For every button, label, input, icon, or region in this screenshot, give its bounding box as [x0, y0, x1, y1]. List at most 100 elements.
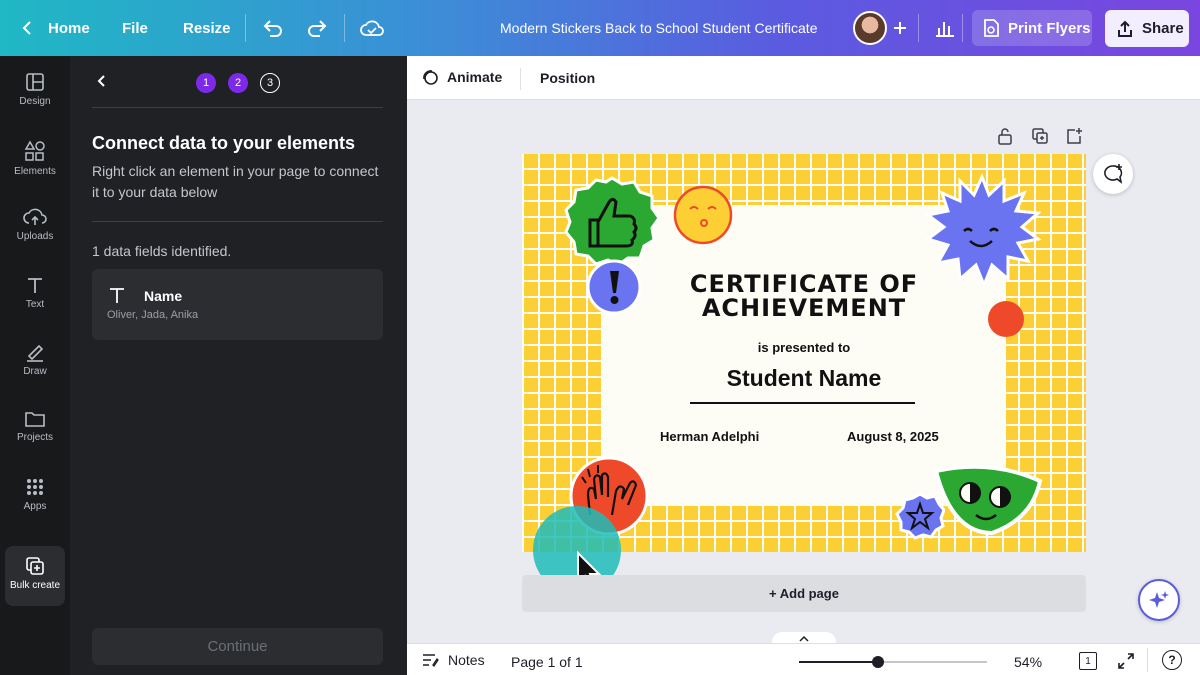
zoom-slider-thumb[interactable]: [871, 656, 884, 668]
notes-icon: [423, 654, 439, 668]
rail-item-draw[interactable]: Draw: [0, 342, 70, 377]
resize-button[interactable]: Resize: [183, 0, 231, 56]
file-menu[interactable]: File: [122, 0, 148, 56]
divider: [245, 14, 246, 42]
divider: [520, 68, 521, 90]
expand-icon: [1118, 653, 1134, 669]
step-indicator-3: 3: [260, 73, 280, 93]
invite-button[interactable]: [892, 0, 908, 56]
share-icon: [1118, 20, 1132, 37]
rail-item-uploads[interactable]: Uploads: [0, 207, 70, 242]
undo-button[interactable]: [262, 0, 284, 56]
rail-item-design[interactable]: Design: [0, 72, 70, 107]
add-comment-button[interactable]: [1093, 154, 1133, 194]
zoom-slider-fill: [799, 661, 878, 663]
bottom-bar: Notes Page 1 of 1 54% 1 ?: [407, 643, 1200, 675]
undo-icon: [263, 20, 282, 37]
name-underline: [690, 402, 915, 404]
rail-item-text[interactable]: Text: [0, 275, 70, 310]
lock-button[interactable]: [997, 127, 1013, 150]
divider: [1147, 648, 1148, 672]
panel-heading: Connect data to your elements: [92, 133, 356, 153]
bar-chart-icon: [936, 22, 954, 37]
signer-name[interactable]: Herman Adelphi: [660, 429, 759, 444]
animate-icon: [423, 70, 438, 85]
chevron-up-icon: [799, 635, 809, 642]
print-flyers-button[interactable]: Print Flyers: [972, 10, 1092, 46]
bulk-create-icon: [26, 557, 44, 575]
step-indicator-2: 2: [228, 73, 248, 93]
rail-item-elements[interactable]: Elements: [0, 140, 70, 177]
side-rail: Design Elements Uploads Text Draw Projec…: [0, 56, 70, 675]
position-button[interactable]: Position: [540, 70, 595, 86]
spiky-face-sticker[interactable]: [922, 173, 1042, 289]
add-page-button[interactable]: + Add page: [522, 575, 1086, 612]
certificate-date[interactable]: August 8, 2025: [847, 429, 939, 444]
page-count-button[interactable]: 1: [1079, 652, 1097, 670]
page-indicator[interactable]: Page 1 of 1: [511, 654, 583, 670]
fullscreen-button[interactable]: [1117, 652, 1135, 673]
share-button[interactable]: Share: [1105, 10, 1189, 47]
field-values: Oliver, Jada, Anika: [107, 309, 199, 321]
sparkle-icon: [1149, 591, 1169, 608]
continue-button[interactable]: Continue: [92, 628, 383, 665]
magic-assistant-button[interactable]: [1138, 579, 1180, 621]
smiley-sticker[interactable]: [673, 185, 733, 245]
folder-icon: [25, 412, 45, 427]
redo-button[interactable]: [306, 0, 328, 56]
design-icon: [26, 73, 44, 91]
text-field-icon: [110, 288, 124, 303]
divider: [962, 14, 963, 42]
duplicate-icon: [1032, 128, 1048, 144]
animate-button[interactable]: Animate: [421, 68, 502, 86]
red-dot-sticker[interactable]: [987, 300, 1025, 338]
text-icon: [28, 278, 42, 293]
fields-identified-text: 1 data fields identified.: [92, 243, 232, 259]
avatar[interactable]: [853, 11, 887, 45]
notes-button[interactable]: Notes: [421, 652, 485, 668]
print-icon: [984, 19, 999, 37]
data-field-card[interactable]: Name Oliver, Jada, Anika: [92, 269, 383, 340]
plus-icon: [894, 22, 906, 34]
help-button[interactable]: ?: [1162, 650, 1182, 670]
insights-button[interactable]: [934, 0, 956, 56]
divider: [92, 221, 383, 222]
zoom-level[interactable]: 54%: [1014, 654, 1042, 670]
student-name-text[interactable]: Student Name: [522, 365, 1086, 392]
rail-item-bulk-create[interactable]: Bulk create: [5, 546, 65, 606]
thumbs-up-sticker[interactable]: [564, 176, 660, 266]
add-page-icon-button[interactable]: [1065, 127, 1083, 150]
add-page-icon: [1067, 128, 1082, 144]
context-toolbar: Animate Position: [407, 56, 1200, 100]
comment-plus-icon: [1104, 164, 1123, 184]
cloud-check-icon: [360, 20, 384, 36]
lock-icon: [998, 128, 1012, 145]
watermelon-face-sticker[interactable]: [932, 463, 1044, 537]
zoom-slider[interactable]: [799, 656, 987, 668]
upload-cloud-icon: [23, 208, 47, 225]
elements-icon: [24, 140, 45, 161]
panel-description-line1: Right click an element in your page to c…: [92, 163, 379, 179]
divider: [344, 14, 345, 42]
chevron-left-icon: [97, 75, 105, 87]
panel-description-line2: it to your data below: [92, 184, 218, 200]
step-indicator-1: 1: [196, 73, 216, 93]
certificate-page[interactable]: CERTIFICATE OF ACHIEVEMENT is presented …: [522, 154, 1086, 552]
presented-to-text[interactable]: is presented to: [522, 340, 1086, 355]
rail-item-apps[interactable]: Apps: [0, 477, 70, 512]
back-button[interactable]: [93, 72, 111, 95]
home-button[interactable]: Home: [20, 0, 90, 56]
apps-grid-icon: [27, 479, 43, 495]
duplicate-page-button[interactable]: [1031, 127, 1049, 150]
field-name: Name: [144, 288, 183, 304]
chevron-left-icon: [22, 21, 31, 35]
redo-icon: [308, 20, 327, 37]
exclamation-sticker[interactable]: [586, 259, 642, 315]
cloud-save-button[interactable]: [360, 0, 384, 56]
divider: [918, 14, 919, 42]
pen-icon: [27, 344, 44, 362]
document-title[interactable]: Modern Stickers Back to School Student C…: [500, 0, 817, 56]
divider: [92, 107, 383, 108]
top-bar: Home File Resize Modern Stickers Back to…: [0, 0, 1200, 56]
rail-item-projects[interactable]: Projects: [0, 410, 70, 443]
